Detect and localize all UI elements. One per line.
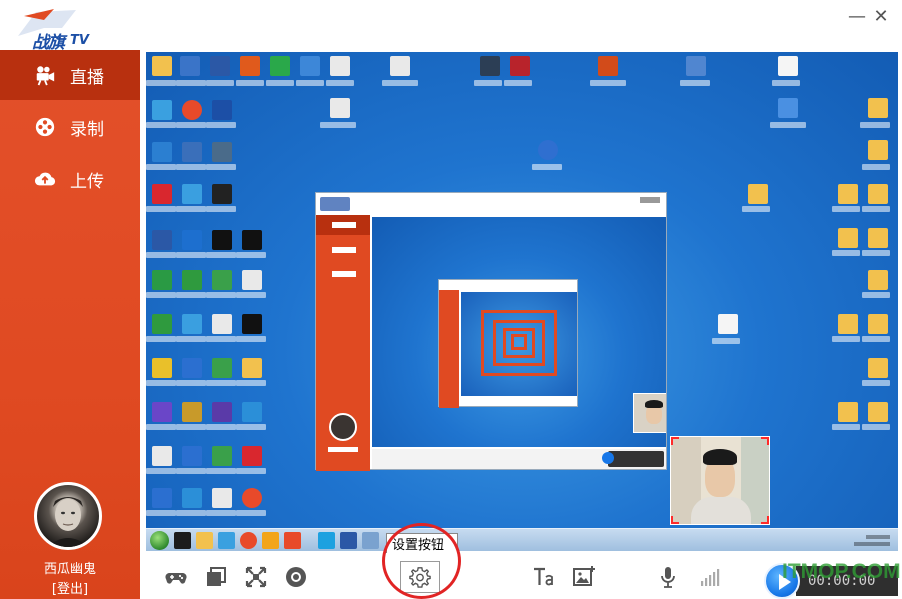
avatar-portrait-icon <box>47 497 89 547</box>
username: 西瓜幽鬼 <box>43 562 96 577</box>
close-button[interactable]: ✕ <box>872 8 890 26</box>
window-capture-icon[interactable] <box>204 565 228 589</box>
webcam-overlay[interactable] <box>670 436 770 525</box>
sidebar: 直播 录制 上传 西瓜幽鬼 [登出] <box>0 50 140 599</box>
play-icon <box>779 574 791 590</box>
system-tray <box>830 532 890 549</box>
image-overlay-icon[interactable] <box>572 565 596 589</box>
title-bar: 战旗 TV — ✕ <box>0 0 902 53</box>
sidebar-item-upload[interactable]: 上传 <box>0 154 140 204</box>
film-reel-icon <box>35 117 55 137</box>
stream-timer: 00:00:00 <box>796 566 898 596</box>
logout-link[interactable]: [登出] <box>0 578 140 597</box>
volume-level-icon[interactable] <box>698 565 722 589</box>
text-overlay-icon[interactable] <box>532 565 556 589</box>
minimize-button[interactable]: — <box>848 8 866 26</box>
logo-tv: TV <box>70 33 89 48</box>
settings-gear-icon <box>409 567 431 588</box>
microphone-icon[interactable] <box>656 565 680 589</box>
windows-taskbar <box>146 528 898 551</box>
settings-button[interactable] <box>400 561 440 593</box>
start-orb-icon <box>150 531 169 550</box>
sidebar-item-label: 录制 <box>70 119 104 140</box>
nested-app-window <box>315 192 667 471</box>
gamepad-icon[interactable] <box>164 565 188 589</box>
cloud-upload-icon <box>34 172 56 186</box>
fullscreen-capture-icon[interactable] <box>244 565 268 589</box>
capture-preview <box>146 52 898 551</box>
sidebar-item-record[interactable]: 录制 <box>0 102 140 152</box>
sidebar-item-live[interactable]: 直播 <box>0 50 140 100</box>
video-camera-icon <box>36 66 55 86</box>
zhanqi-tv-app: 战旗 TV — ✕ 直播 录制 上传 西瓜幽鬼 [登出] 设置按钮 00:00:… <box>0 0 902 599</box>
app-logo: 战旗 TV <box>14 6 94 53</box>
start-stream-button[interactable] <box>764 563 800 599</box>
sidebar-item-label: 上传 <box>70 171 104 192</box>
avatar[interactable] <box>34 482 102 550</box>
camera-source-icon[interactable] <box>284 565 308 589</box>
sidebar-item-label: 直播 <box>70 67 104 88</box>
